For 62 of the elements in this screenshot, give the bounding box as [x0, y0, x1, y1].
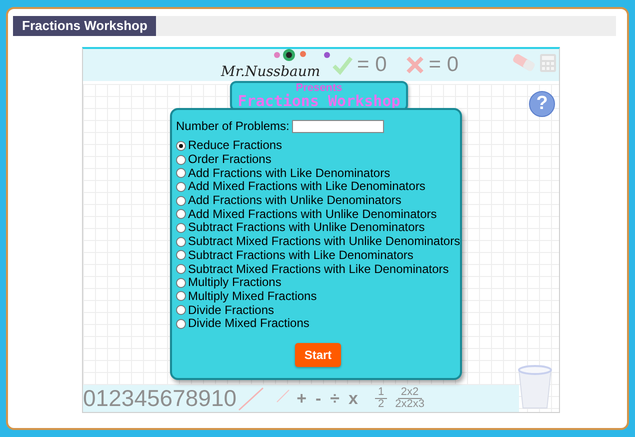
denominator: 2 [378, 399, 384, 410]
operator-tile[interactable]: + [296, 388, 306, 408]
number-tile[interactable]: 10 [210, 385, 237, 412]
fraction-tile[interactable]: 2x2 2x2x3 [395, 387, 424, 410]
score-count: = 0 [357, 53, 387, 77]
option-label[interactable]: Divide Fractions [188, 304, 274, 317]
page-title: Fractions Workshop [13, 16, 156, 36]
radio-button[interactable] [176, 291, 186, 302]
number-tile[interactable]: 9 [198, 385, 211, 412]
radio-button[interactable] [176, 305, 186, 316]
option-label[interactable]: Subtract Fractions with Unlike Denominators [188, 221, 425, 234]
number-tile[interactable]: 1 [96, 385, 109, 412]
option-label[interactable]: Reduce Fractions [188, 139, 282, 152]
option-label[interactable]: Add Mixed Fractions with Unlike Denominators [188, 208, 437, 221]
number-tile[interactable]: 6 [160, 385, 173, 412]
numerator: 1 [374, 387, 388, 399]
denominator: 2x2x3 [395, 399, 424, 410]
number-tile[interactable]: 5 [146, 385, 160, 412]
number-tile[interactable]: 2 [108, 385, 122, 412]
presents-text: Presents [296, 83, 344, 93]
option-label[interactable]: Divide Mixed Fractions [188, 317, 310, 330]
number-tile[interactable]: 8 [185, 385, 198, 412]
option-label[interactable]: Subtract Mixed Fractions with Like Denominators [188, 262, 449, 276]
option-label[interactable]: Subtract Mixed Fractions with Unlike Denominators [188, 235, 460, 248]
option-label[interactable]: Add Fractions with Like Denominators [188, 166, 390, 180]
fraction-tile[interactable]: 1 2 [374, 387, 388, 410]
radio-button[interactable] [176, 196, 186, 206]
number-tile[interactable]: 0 [83, 385, 96, 412]
radio-button[interactable] [176, 222, 186, 233]
radio-button[interactable] [176, 278, 186, 288]
numerator: 2x2 [398, 387, 422, 399]
operator-tile[interactable]: ÷ [330, 388, 340, 408]
logo-signature: Mr.Nussbaum [221, 64, 320, 80]
radio-button[interactable] [176, 209, 186, 220]
number-tile[interactable]: 7 [172, 385, 186, 412]
field-label: Number of Problems: [176, 119, 290, 133]
radio-button[interactable] [176, 264, 186, 274]
start-button[interactable]: Start [295, 342, 341, 367]
radio-button[interactable] [176, 250, 186, 260]
option-label[interactable]: Add Fractions with Unlike Denominators [188, 194, 402, 208]
cross-icon [404, 55, 425, 75]
option-label[interactable]: Order Fractions [188, 153, 272, 166]
help-icon[interactable]: ? [529, 91, 555, 117]
game-title: Fractions Workshop [236, 93, 402, 109]
radio-button[interactable] [176, 318, 186, 329]
number-tile[interactable]: 4 [134, 385, 147, 412]
radio-button[interactable] [176, 236, 186, 247]
option-label[interactable]: Subtract Fractions with Like Denominators [188, 248, 414, 262]
check-icon [331, 55, 353, 75]
number-tile[interactable]: 3 [121, 385, 134, 412]
number-field[interactable] [292, 120, 384, 132]
operator-tile[interactable]: x [348, 388, 358, 408]
option-label[interactable]: Multiply Fractions [188, 276, 282, 290]
radio-button[interactable] [176, 182, 186, 192]
confetti-drawing [273, 48, 333, 62]
score-count: = 0 [428, 53, 459, 77]
radio-button[interactable] [176, 168, 186, 178]
option-label[interactable]: Multiply Mixed Fractions [188, 290, 317, 303]
radio-button[interactable] [176, 140, 186, 151]
radio-button[interactable] [176, 154, 186, 165]
operator-tile[interactable]: - [316, 388, 322, 408]
option-label[interactable]: Add Mixed Fractions with Like Denominators [188, 180, 426, 194]
